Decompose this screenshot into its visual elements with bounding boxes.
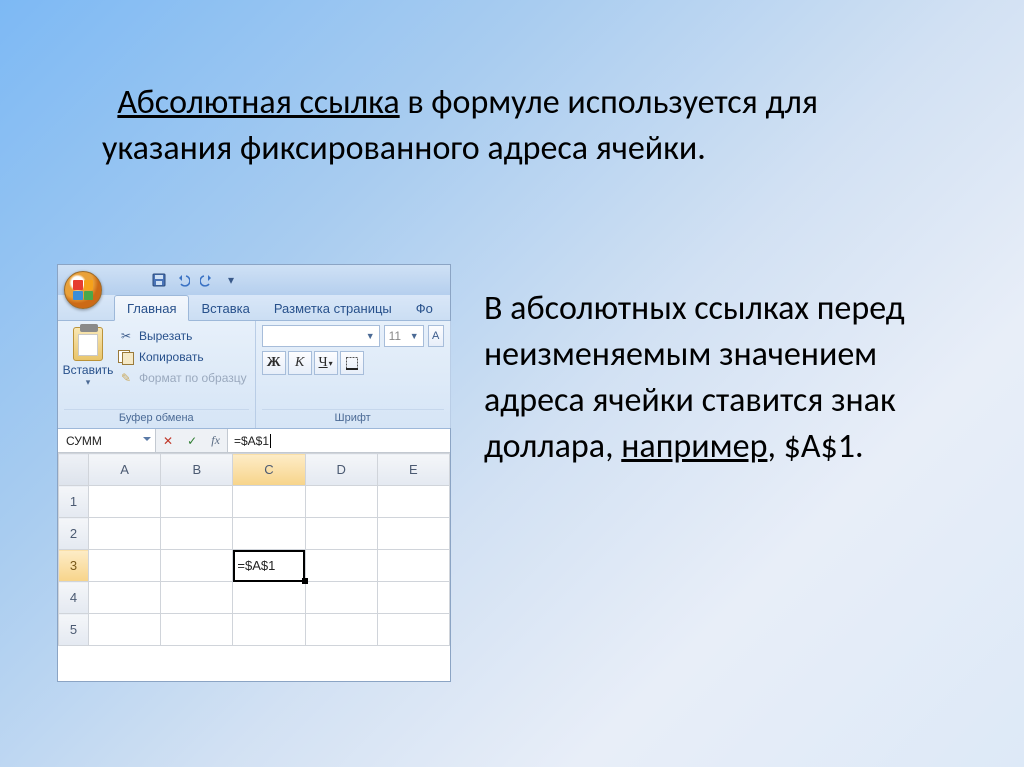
cell[interactable] [305, 518, 377, 550]
cell[interactable] [377, 614, 449, 646]
formula-bar[interactable]: =$A$1 [228, 429, 450, 452]
cell[interactable] [377, 550, 449, 582]
cancel-formula-icon[interactable]: ✕ [163, 434, 173, 448]
clipboard-group: Вставить ▾ ✂ Вырезать Копировать [58, 321, 256, 428]
scissors-icon: ✂ [118, 328, 134, 344]
col-header-c[interactable]: C [233, 454, 305, 486]
paragraph-2: В абсолютных ссылках перед неизменяемым … [484, 286, 954, 470]
brush-icon: ✎ [118, 370, 134, 386]
spreadsheet-grid[interactable]: A B C D E 1 2 3 =$A$1 4 5 [58, 453, 450, 683]
cell[interactable] [89, 582, 161, 614]
p1-underline: Абсолютная ссылка [117, 82, 399, 123]
col-header-a[interactable]: A [89, 454, 161, 486]
formula-bar-controls: ✕ ✓ fx [156, 429, 228, 452]
paste-button[interactable]: Вставить ▾ [64, 325, 112, 388]
cell[interactable] [233, 486, 305, 518]
col-header-d[interactable]: D [305, 454, 377, 486]
tab-formulas-cut[interactable]: Фо [404, 296, 445, 320]
enter-formula-icon[interactable]: ✓ [187, 434, 197, 448]
cell[interactable] [89, 614, 161, 646]
ribbon: Вставить ▾ ✂ Вырезать Копировать [58, 321, 450, 429]
cell[interactable] [89, 550, 161, 582]
cell[interactable] [89, 486, 161, 518]
cell[interactable] [377, 486, 449, 518]
row-header-2[interactable]: 2 [59, 518, 89, 550]
col-header-b[interactable]: B [161, 454, 233, 486]
col-header-e[interactable]: E [377, 454, 449, 486]
cut-label: Вырезать [139, 329, 192, 343]
office-button[interactable] [64, 271, 102, 309]
underline-button[interactable]: Ч▾ [314, 351, 338, 375]
border-button[interactable] [340, 351, 364, 375]
select-all-corner[interactable] [59, 454, 89, 486]
bold-button[interactable]: Ж [262, 351, 286, 375]
italic-button[interactable]: К [288, 351, 312, 375]
cell-c3-active[interactable]: =$A$1 [233, 550, 305, 582]
font-group: ▼ 11▼ A Ж К Ч▾ Шрифт [256, 321, 451, 428]
format-painter-button[interactable]: ✎ Формат по образцу [116, 369, 249, 387]
cell[interactable] [233, 582, 305, 614]
tab-home[interactable]: Главная [114, 295, 189, 321]
tab-page-layout[interactable]: Разметка страницы [262, 296, 404, 320]
cell[interactable] [305, 582, 377, 614]
clipboard-group-title: Буфер обмена [64, 409, 249, 426]
paste-label: Вставить [63, 363, 114, 377]
fx-icon[interactable]: fx [211, 433, 220, 448]
cut-button[interactable]: ✂ Вырезать [116, 327, 249, 345]
copy-label: Копировать [139, 350, 204, 364]
paste-icon [73, 327, 103, 361]
copy-icon [118, 349, 134, 365]
cell[interactable] [161, 582, 233, 614]
quick-access-toolbar: ▾ [150, 271, 240, 289]
row-header-3[interactable]: 3 [59, 550, 89, 582]
cell[interactable] [233, 518, 305, 550]
font-size-dropdown[interactable]: 11▼ [384, 325, 424, 347]
cell[interactable] [161, 486, 233, 518]
row-header-4[interactable]: 4 [59, 582, 89, 614]
cell[interactable] [305, 550, 377, 582]
cell[interactable] [305, 486, 377, 518]
cell[interactable] [377, 518, 449, 550]
cell[interactable] [161, 614, 233, 646]
cell[interactable] [161, 518, 233, 550]
cell[interactable] [377, 582, 449, 614]
p2-underline: например [621, 426, 767, 467]
qat-dropdown-icon[interactable]: ▾ [222, 271, 240, 289]
ribbon-tabs: Главная Вставка Разметка страницы Фо [58, 295, 450, 321]
undo-icon[interactable] [174, 271, 192, 289]
p2-b: , $A$1. [767, 426, 863, 467]
grow-font-button[interactable]: A [428, 325, 444, 347]
row-header-1[interactable]: 1 [59, 486, 89, 518]
font-name-dropdown[interactable]: ▼ [262, 325, 380, 347]
save-icon[interactable] [150, 271, 168, 289]
name-box[interactable]: СУММ [58, 429, 156, 452]
formula-bar-row: СУММ ✕ ✓ fx =$A$1 [58, 429, 450, 453]
row-header-5[interactable]: 5 [59, 614, 89, 646]
slide: Абсолютная ссылка в формуле используется… [0, 0, 1024, 767]
cell[interactable] [233, 614, 305, 646]
column-headers: A B C D E [59, 454, 450, 486]
cell[interactable] [161, 550, 233, 582]
cell[interactable] [89, 518, 161, 550]
tab-insert[interactable]: Вставка [189, 296, 261, 320]
cell[interactable] [305, 614, 377, 646]
copy-button[interactable]: Копировать [116, 348, 249, 366]
format-painter-label: Формат по образцу [139, 371, 247, 385]
font-group-title: Шрифт [262, 409, 444, 426]
redo-icon[interactable] [198, 271, 216, 289]
excel-window: ▾ Главная Вставка Разметка страницы Фо В… [57, 264, 451, 682]
excel-titlebar: ▾ [58, 265, 450, 295]
paragraph-1: Абсолютная ссылка в формуле используется… [90, 80, 934, 172]
font-size-value: 11 [389, 329, 401, 343]
